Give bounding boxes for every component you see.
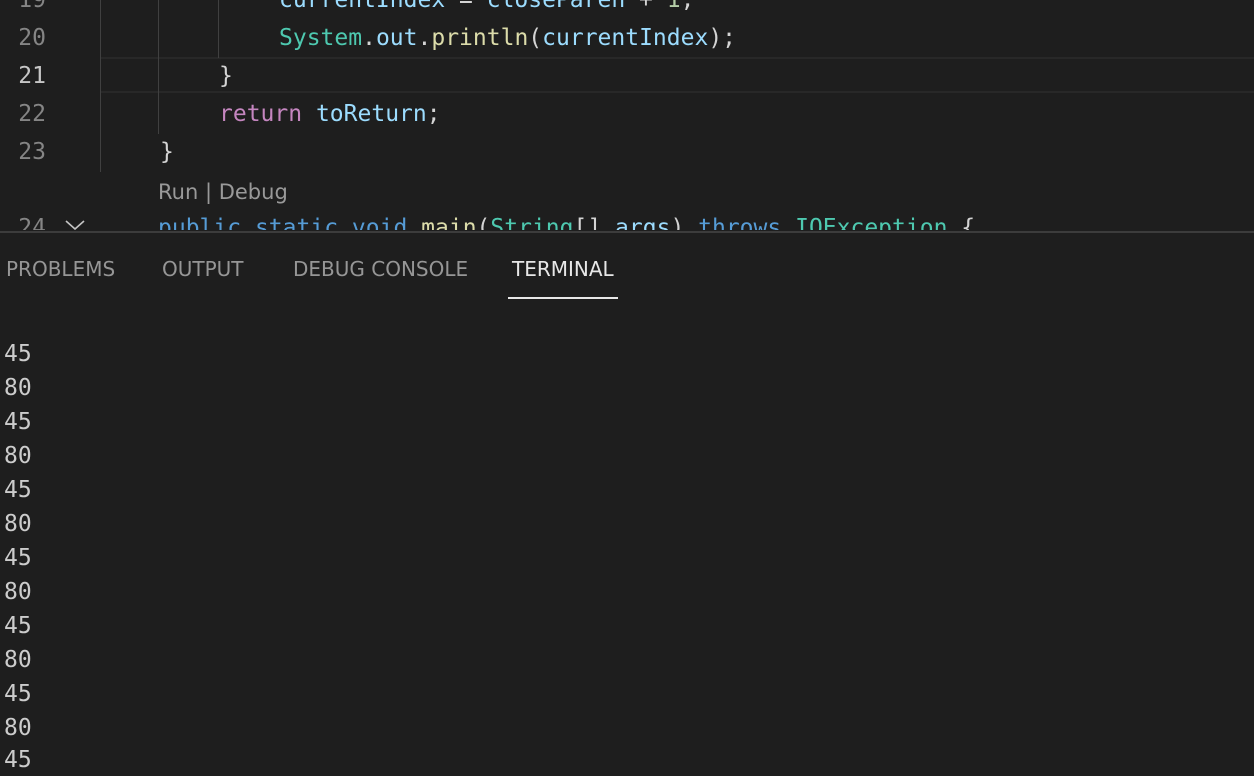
code-token: out [375,25,418,51]
code-token: } [219,63,233,89]
tab-debug-console[interactable]: DEBUG CONSOLE [293,233,468,301]
codelens: Run | Debug [158,178,288,206]
code-token: ) [670,215,699,230]
terminal-line: 45 [4,477,32,503]
code-line[interactable]: 22 return toReturn; [0,95,1254,133]
terminal-line: 80 [4,715,32,741]
code-line[interactable]: 19 currentIndex = closeParen + 1; [0,0,1254,19]
code-token: closeParen [486,0,626,13]
line-number: 22 [18,101,46,127]
codelens-run-link[interactable]: Run [158,180,198,204]
active-tab-indicator [508,297,618,299]
codelens-separator: | [198,180,219,204]
code-text[interactable]: } [219,57,233,95]
chevron-down-icon[interactable] [64,218,86,230]
code-token: = [445,0,487,13]
code-line[interactable]: 24 public static void main(String[] args… [0,209,1254,230]
code-text[interactable]: System.out.println(currentIndex); [279,19,736,57]
code-token: IOException [795,215,948,230]
code-text[interactable]: } [160,133,174,171]
code-line[interactable]: 21 } [0,57,1254,95]
code-text[interactable]: currentIndex = closeParen + 1; [279,0,694,19]
code-text[interactable]: public static void main(String[] args) t… [158,209,975,230]
line-number: 24 [18,215,46,230]
code-token: main [421,215,477,230]
terminal-line: 45 [4,613,32,639]
code-token: + [625,0,667,13]
code-token: currentIndex [279,0,446,13]
code-token: currentIndex [542,25,709,51]
code-line[interactable]: 23 } [0,133,1254,171]
code-token: System [279,25,363,51]
terminal-line: 80 [4,511,32,537]
code-line[interactable]: 20 System.out.println(currentIndex); [0,19,1254,57]
code-token: ); [708,25,737,51]
line-number: 20 [18,25,46,51]
code-token: [] [573,215,616,230]
code-token: } [160,139,174,165]
code-token: ; [426,101,441,127]
terminal-line: 80 [4,647,32,673]
codelens-debug-link[interactable]: Debug [219,180,288,204]
code-token: String [490,215,574,230]
terminal-line: 80 [4,443,32,469]
code-token: . [417,25,432,51]
code-token: public [158,215,242,230]
code-token: ( [528,25,543,51]
code-token: { [947,215,976,230]
terminal-line: 45 [4,545,32,571]
tab-terminal[interactable]: TERMINAL [512,233,614,301]
code-token: throws [698,215,782,230]
code-token: toReturn [315,101,427,127]
terminal-line: 45 [4,341,32,367]
line-number: 21 [18,63,46,89]
code-token: void [351,215,408,230]
code-token: static [254,215,339,230]
code-token: return [219,101,303,127]
code-token: println [431,25,529,51]
code-token: 1 [666,0,681,13]
code-token: ( [476,215,491,230]
terminal-line: 80 [4,375,32,401]
line-number: 23 [18,139,46,165]
tab-output[interactable]: OUTPUT [162,233,244,301]
code-token: . [362,25,376,51]
tab-problems[interactable]: PROBLEMS [6,233,115,301]
line-number: 19 [18,0,46,13]
terminal-line: 45 [4,747,32,773]
code-token: args [615,215,671,230]
code-text[interactable]: return toReturn; [219,95,441,133]
terminal-line: 80 [4,579,32,605]
code-editor[interactable]: 19 currentIndex = closeParen + 1; 20 Sys… [0,0,1254,230]
code-token: ; [680,0,695,13]
terminal-line: 45 [4,409,32,435]
bottom-panel: PROBLEMS OUTPUT DEBUG CONSOLE TERMINAL 4… [0,233,1254,776]
terminal-line: 45 [4,681,32,707]
